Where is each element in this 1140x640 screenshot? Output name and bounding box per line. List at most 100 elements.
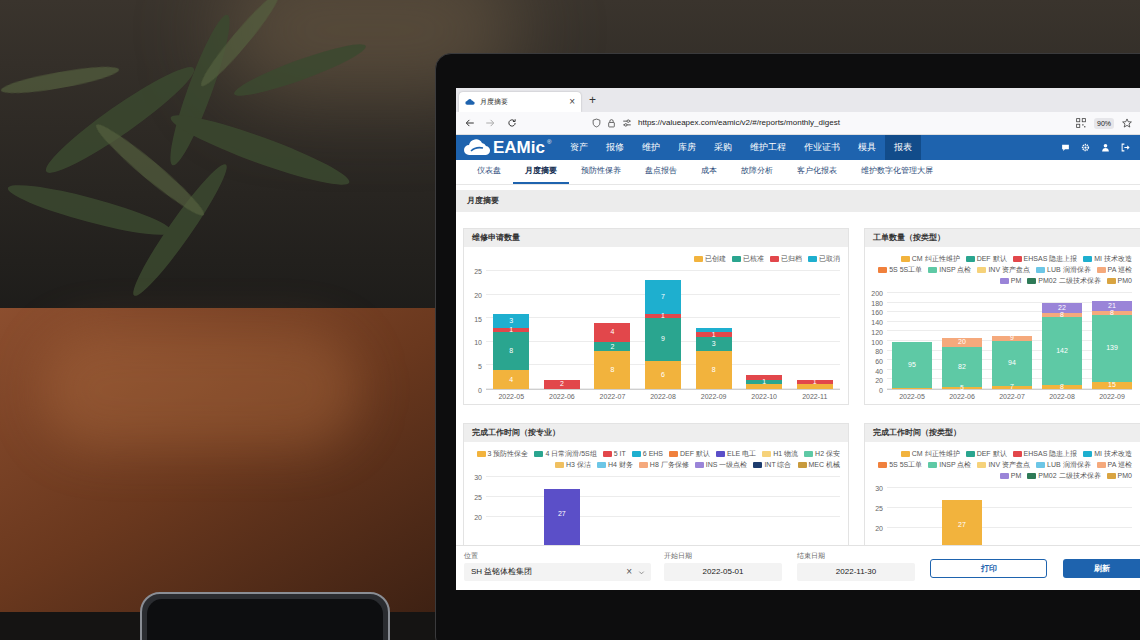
clear-button[interactable]: × (626, 567, 632, 577)
bar-stack[interactable] (493, 477, 529, 545)
bar-stack[interactable]: 95 (892, 293, 932, 389)
bar-segment[interactable]: 8 (493, 332, 529, 370)
legend-item[interactable]: MI 技术改造 (1083, 449, 1132, 458)
bar-segment[interactable]: 95 (892, 342, 932, 388)
bar-segment[interactable]: 1 (797, 380, 833, 385)
bar-stack[interactable]: 8142822 (1042, 293, 1082, 389)
legend-item[interactable]: LUB 润滑保养 (1036, 460, 1091, 469)
start-date-field[interactable]: 2022-05-01 (664, 563, 782, 581)
chat-icon[interactable] (1061, 143, 1070, 152)
legend-item[interactable]: PM0 (1107, 276, 1132, 285)
bar-segment[interactable]: 9 (645, 318, 681, 360)
bar-stack[interactable]: 7949 (992, 293, 1032, 389)
lock-icon[interactable] (607, 118, 616, 128)
bar-stack[interactable] (1042, 488, 1082, 545)
menu-item[interactable]: 库房 (669, 135, 705, 160)
bar-segment[interactable]: 94 (992, 341, 1032, 386)
submenu-item[interactable]: 预防性保养 (569, 160, 633, 184)
legend-item[interactable]: PM (1000, 471, 1022, 480)
legend-item[interactable]: DEF 默认 (966, 254, 1007, 263)
menu-item[interactable]: 采购 (705, 135, 741, 160)
bar-stack[interactable]: 1 (797, 271, 833, 389)
legend-item[interactable]: PA 巡检 (1097, 460, 1132, 469)
legend-item[interactable]: PM0 (1107, 471, 1132, 480)
reload-icon[interactable] (507, 118, 517, 128)
legend-item[interactable]: H3 保洁 (555, 460, 591, 469)
end-date-field[interactable]: 2022-11-30 (797, 563, 915, 581)
submenu-item[interactable]: 仪表盘 (465, 160, 513, 184)
bar-stack[interactable]: 27 (942, 488, 982, 545)
bar-segment[interactable]: 8 (1042, 385, 1082, 389)
bar-stack[interactable] (797, 477, 833, 545)
shield-icon[interactable] (592, 118, 601, 128)
bar-segment[interactable]: 27 (544, 489, 580, 545)
print-button[interactable]: 打印 (930, 559, 1047, 578)
submenu-item[interactable]: 成本 (689, 160, 729, 184)
url-text[interactable]: https://valueapex.com/eamic/v2/#/reports… (638, 117, 840, 129)
legend-item[interactable]: 已核准 (732, 254, 764, 263)
bar-stack[interactable]: 4813 (493, 271, 529, 389)
bar-stack[interactable]: 58220 (942, 293, 982, 389)
legend-item[interactable]: H2 保安 (804, 449, 840, 458)
legend-item[interactable]: MI 技术改造 (1083, 254, 1132, 263)
bar-stack[interactable] (696, 477, 732, 545)
bar-stack[interactable]: 824 (594, 271, 630, 389)
tab-close-button[interactable]: × (569, 97, 575, 107)
bar-segment[interactable]: 2 (594, 342, 630, 351)
legend-item[interactable]: 5S 5S工单 (878, 460, 922, 469)
legend-item[interactable]: CM 纠正性维护 (901, 254, 960, 263)
menu-item[interactable]: 维护 (633, 135, 669, 160)
star-icon[interactable] (1122, 118, 1132, 128)
legend-item[interactable]: EHSAS 隐患上报 (1013, 449, 1078, 458)
chevron-down-icon[interactable] (638, 569, 645, 576)
bar-segment[interactable]: 6 (645, 361, 681, 389)
bar-stack[interactable]: 831 (696, 271, 732, 389)
legend-item[interactable]: INS 一级点检 (695, 460, 748, 469)
menu-item[interactable]: 维护工程 (741, 135, 795, 160)
bar-stack[interactable] (594, 477, 630, 545)
legend-item[interactable]: INT 综合 (753, 460, 791, 469)
legend-item[interactable]: H1 物流 (762, 449, 798, 458)
legend-item[interactable]: PA 巡检 (1097, 265, 1132, 274)
bar-stack[interactable] (992, 488, 1032, 545)
bar-segment[interactable]: 27 (942, 500, 982, 545)
bar-segment[interactable]: 139 (1092, 315, 1132, 382)
new-tab-button[interactable]: + (589, 94, 596, 106)
browser-tab[interactable]: 月度摘要× (459, 92, 581, 112)
bar-segment[interactable] (746, 384, 782, 389)
bar-segment[interactable]: 8 (1092, 311, 1132, 315)
legend-item[interactable]: H8 厂务保修 (639, 460, 689, 469)
legend-item[interactable]: DEF 默认 (669, 449, 710, 458)
legend-item[interactable]: EHSAS 隐患上报 (1013, 254, 1078, 263)
bar-segment[interactable]: 3 (696, 337, 732, 351)
bar-segment[interactable]: 1 (746, 380, 782, 385)
legend-item[interactable]: 已取消 (808, 254, 840, 263)
menu-item[interactable]: 报表 (885, 135, 921, 160)
logout-icon[interactable] (1121, 143, 1130, 152)
bar-segment[interactable]: 5 (942, 387, 982, 389)
legend-item[interactable]: PM02 二级技术保养 (1027, 276, 1100, 285)
menu-item[interactable]: 资产 (561, 135, 597, 160)
legend-item[interactable]: INV 资产盘点 (977, 265, 1030, 274)
legend-item[interactable]: PM02 二级技术保养 (1027, 471, 1100, 480)
legend-item[interactable]: PM (1000, 276, 1022, 285)
legend-item[interactable]: INSP 点检 (928, 460, 971, 469)
bar-segment[interactable]: 8 (594, 351, 630, 389)
bar-segment[interactable]: 82 (942, 347, 982, 386)
bar-segment[interactable]: 8 (1042, 313, 1082, 317)
bar-segment[interactable]: 7 (992, 386, 1032, 389)
legend-item[interactable]: MEC 机械 (798, 460, 841, 469)
legend-item[interactable]: INV 资产盘点 (977, 460, 1030, 469)
bar-segment[interactable]: 7 (645, 280, 681, 313)
bar-stack[interactable]: 15139821 (1092, 293, 1132, 389)
back-icon[interactable] (465, 118, 475, 128)
menu-item[interactable]: 作业证书 (795, 135, 849, 160)
logo[interactable]: EAMic ® (456, 135, 561, 160)
qr-code-icon[interactable] (1076, 118, 1086, 128)
legend-item[interactable]: INSP 点检 (928, 265, 971, 274)
bar-segment[interactable]: 142 (1042, 317, 1082, 385)
legend-item[interactable]: 5S 5S工单 (878, 265, 922, 274)
bar-segment[interactable]: 8 (696, 351, 732, 389)
legend-item[interactable]: CM 纠正性维护 (901, 449, 960, 458)
legend-item[interactable]: 3 预防性保全 (477, 449, 529, 458)
